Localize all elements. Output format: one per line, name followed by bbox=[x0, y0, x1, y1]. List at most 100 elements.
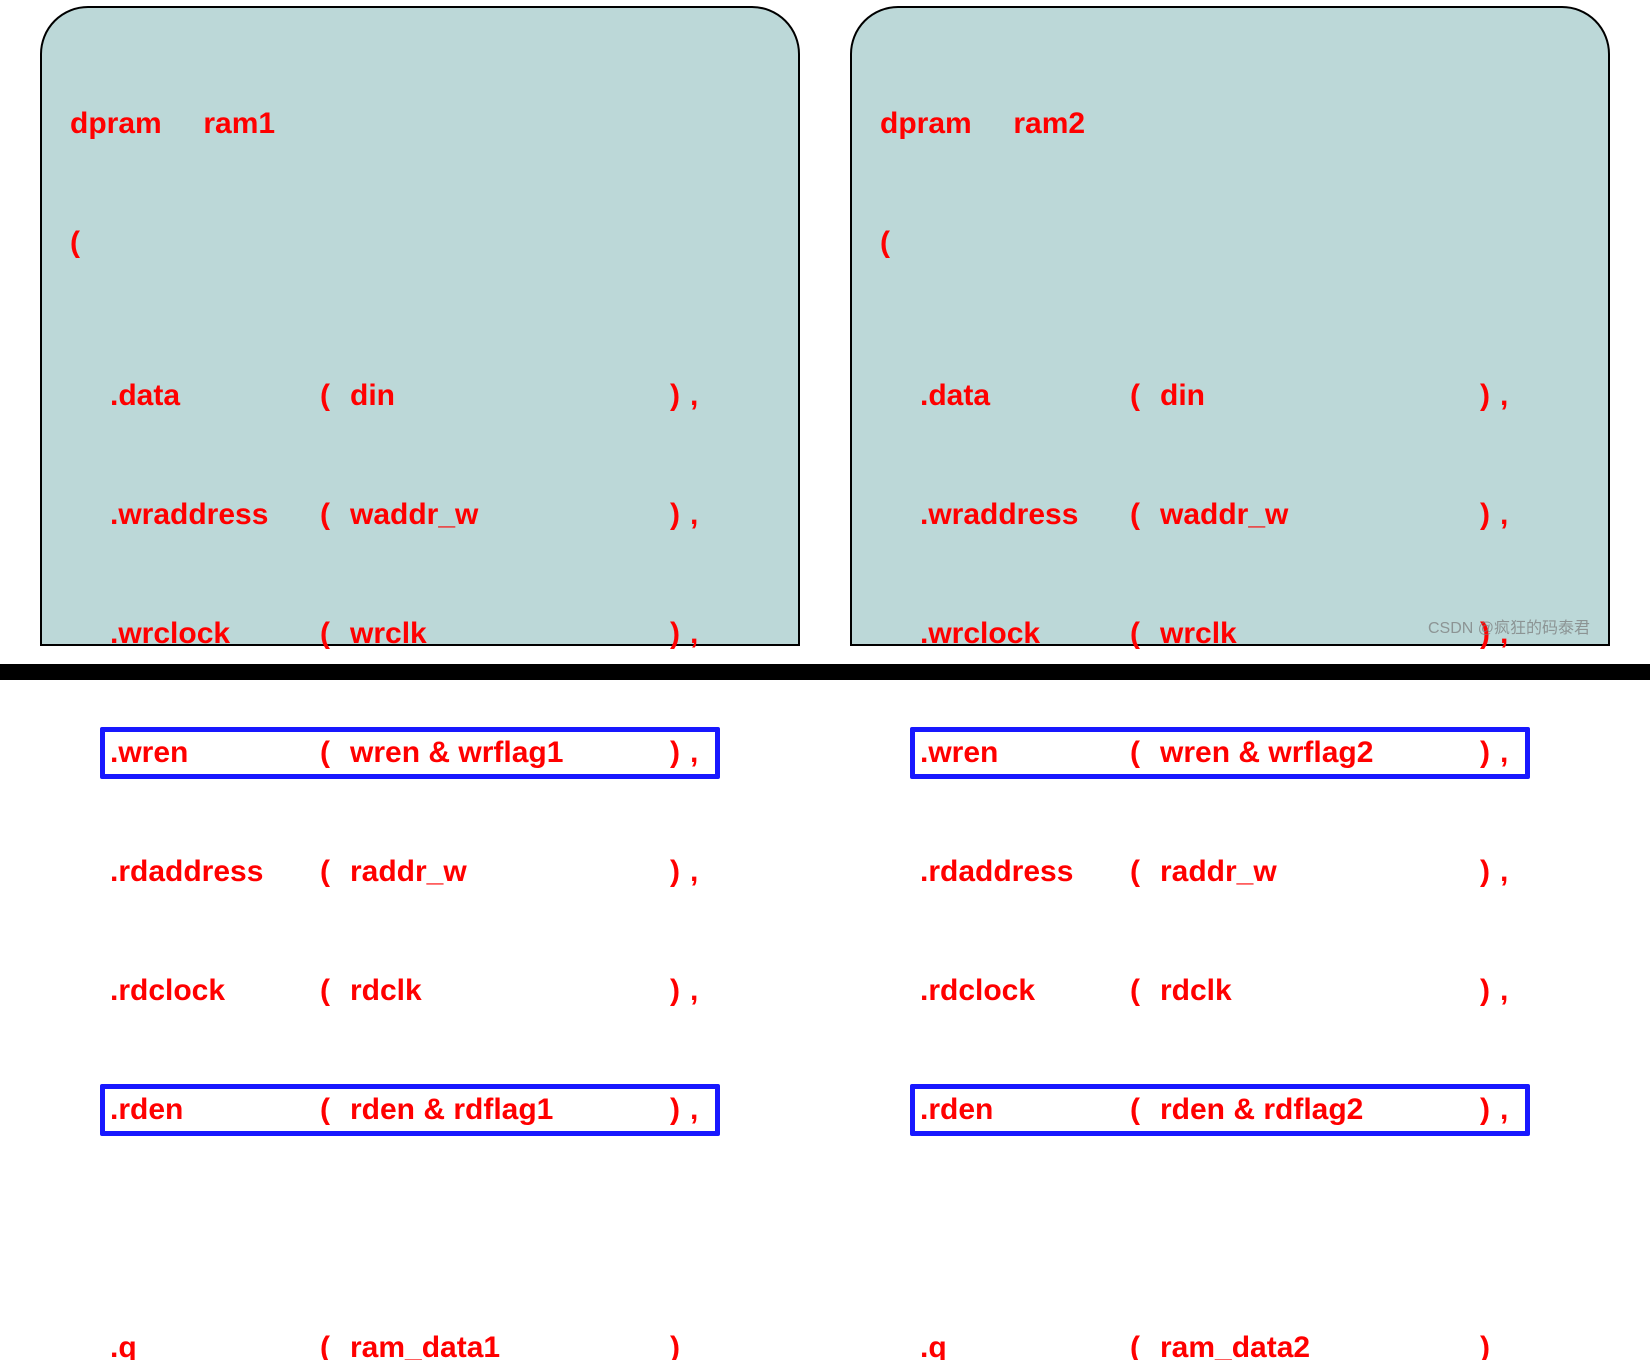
blank-line bbox=[880, 1205, 1580, 1255]
port-name: .rden bbox=[110, 1093, 320, 1128]
port-line-highlighted: .rden( rden & rdflag1), bbox=[70, 1086, 770, 1136]
open-char: ( bbox=[320, 974, 350, 1009]
close-char: ) bbox=[1480, 974, 1500, 1009]
open-char: ( bbox=[320, 379, 350, 414]
close-char: ) bbox=[1480, 1093, 1500, 1128]
port-value: rden & rdflag1 bbox=[350, 1093, 670, 1128]
port-name: .data bbox=[110, 379, 320, 414]
close-char: ) bbox=[1480, 1331, 1500, 1360]
open-char: ( bbox=[1130, 498, 1160, 533]
port-value: waddr_w bbox=[1160, 498, 1480, 533]
module-header: dpram ram1 bbox=[70, 99, 770, 149]
port-value: wrclk bbox=[350, 617, 670, 652]
port-name: .q bbox=[110, 1331, 320, 1360]
close-char: ) bbox=[1480, 736, 1500, 771]
port-value: rden & rdflag2 bbox=[1160, 1093, 1480, 1128]
open-char: ( bbox=[1130, 1093, 1160, 1128]
code-block: dpram ram2 ( .data( din), .wraddress( wa… bbox=[880, 30, 1580, 1360]
module-header-text: dpram ram1 bbox=[70, 107, 275, 142]
open-char: ( bbox=[320, 498, 350, 533]
port-line-highlighted: .rden( rden & rdflag2), bbox=[880, 1086, 1580, 1136]
port-name: .wraddress bbox=[920, 498, 1130, 533]
port-value: rdclk bbox=[350, 974, 670, 1009]
port-line: .q(ram_data2) bbox=[880, 1324, 1580, 1360]
watermark-text: CSDN @疯狂的码泰君 bbox=[1428, 620, 1590, 638]
port-name: .rdaddress bbox=[110, 855, 320, 890]
port-line: .rdaddress( raddr_w), bbox=[70, 848, 770, 898]
port-line: .rdclock( rdclk), bbox=[70, 967, 770, 1017]
comma: , bbox=[1500, 379, 1520, 414]
code-block: dpram ram1 ( .data( din), .wraddress( wa… bbox=[70, 30, 770, 1360]
port-value: wren & wrflag1 bbox=[350, 736, 670, 771]
port-value: wren & wrflag2 bbox=[1160, 736, 1480, 771]
comma: , bbox=[690, 1093, 710, 1128]
port-name: .wraddress bbox=[110, 498, 320, 533]
port-name: .rden bbox=[920, 1093, 1130, 1128]
port-line: .rdclock( rdclk), bbox=[880, 967, 1580, 1017]
open-char: ( bbox=[1130, 974, 1160, 1009]
port-name: .wren bbox=[920, 736, 1130, 771]
open-char: ( bbox=[1130, 855, 1160, 890]
open-char: ( bbox=[320, 1093, 350, 1128]
close-char: ) bbox=[670, 974, 690, 1009]
open-char: ( bbox=[1130, 617, 1160, 652]
code-panel-right: dpram ram2 ( .data( din), .wraddress( wa… bbox=[850, 6, 1610, 646]
comma: , bbox=[690, 498, 710, 533]
comma: , bbox=[690, 855, 710, 890]
port-value: ram_data2 bbox=[1160, 1331, 1480, 1360]
port-value: rdclk bbox=[1160, 974, 1480, 1009]
port-name: .rdclock bbox=[110, 974, 320, 1009]
comma: , bbox=[1500, 1093, 1520, 1128]
code-panel-left: dpram ram1 ( .data( din), .wraddress( wa… bbox=[40, 6, 800, 646]
bottom-border bbox=[0, 664, 1650, 680]
close-char: ) bbox=[670, 498, 690, 533]
port-name: .wrclock bbox=[920, 617, 1130, 652]
port-name: .rdclock bbox=[920, 974, 1130, 1009]
comma: , bbox=[1500, 855, 1520, 890]
port-line: .data( din), bbox=[880, 372, 1580, 422]
close-char: ) bbox=[670, 617, 690, 652]
close-char: ) bbox=[1480, 855, 1500, 890]
open-paren: ( bbox=[70, 218, 770, 268]
comma: , bbox=[690, 974, 710, 1009]
open-char: ( bbox=[1130, 736, 1160, 771]
blank-line bbox=[70, 1205, 770, 1255]
port-line-highlighted: .wren( wren & wrflag2), bbox=[880, 729, 1580, 779]
open-char: ( bbox=[320, 736, 350, 771]
port-value: raddr_w bbox=[1160, 855, 1480, 890]
port-line: .data( din), bbox=[70, 372, 770, 422]
comma: , bbox=[1500, 736, 1520, 771]
close-char: ) bbox=[1480, 498, 1500, 533]
port-line: .wrclock( wrclk), bbox=[70, 610, 770, 660]
port-value: waddr_w bbox=[350, 498, 670, 533]
open-char: ( bbox=[320, 1331, 350, 1360]
port-value: din bbox=[1160, 379, 1480, 414]
port-name: .wrclock bbox=[110, 617, 320, 652]
comma: , bbox=[690, 736, 710, 771]
comma: , bbox=[690, 617, 710, 652]
open-char: ( bbox=[320, 855, 350, 890]
close-char: ) bbox=[670, 855, 690, 890]
port-value: din bbox=[350, 379, 670, 414]
port-line: .wraddress( waddr_w), bbox=[880, 491, 1580, 541]
open-char: ( bbox=[320, 617, 350, 652]
port-name: .q bbox=[920, 1331, 1130, 1360]
open-paren: ( bbox=[880, 218, 1580, 268]
port-line: .q(ram_data1) bbox=[70, 1324, 770, 1360]
module-header: dpram ram2 bbox=[880, 99, 1580, 149]
module-header-text: dpram ram2 bbox=[880, 107, 1085, 142]
port-name: .wren bbox=[110, 736, 320, 771]
close-char: ) bbox=[670, 379, 690, 414]
port-name: .data bbox=[920, 379, 1130, 414]
port-line: .wraddress( waddr_w), bbox=[70, 491, 770, 541]
open-char: ( bbox=[1130, 379, 1160, 414]
port-name: .rdaddress bbox=[920, 855, 1130, 890]
port-line: .rdaddress( raddr_w), bbox=[880, 848, 1580, 898]
port-value: raddr_w bbox=[350, 855, 670, 890]
port-value: ram_data1 bbox=[350, 1331, 670, 1360]
comma: , bbox=[690, 379, 710, 414]
open-char: ( bbox=[1130, 1331, 1160, 1360]
close-char: ) bbox=[1480, 379, 1500, 414]
port-line-highlighted: .wren( wren & wrflag1), bbox=[70, 729, 770, 779]
comma: , bbox=[1500, 498, 1520, 533]
